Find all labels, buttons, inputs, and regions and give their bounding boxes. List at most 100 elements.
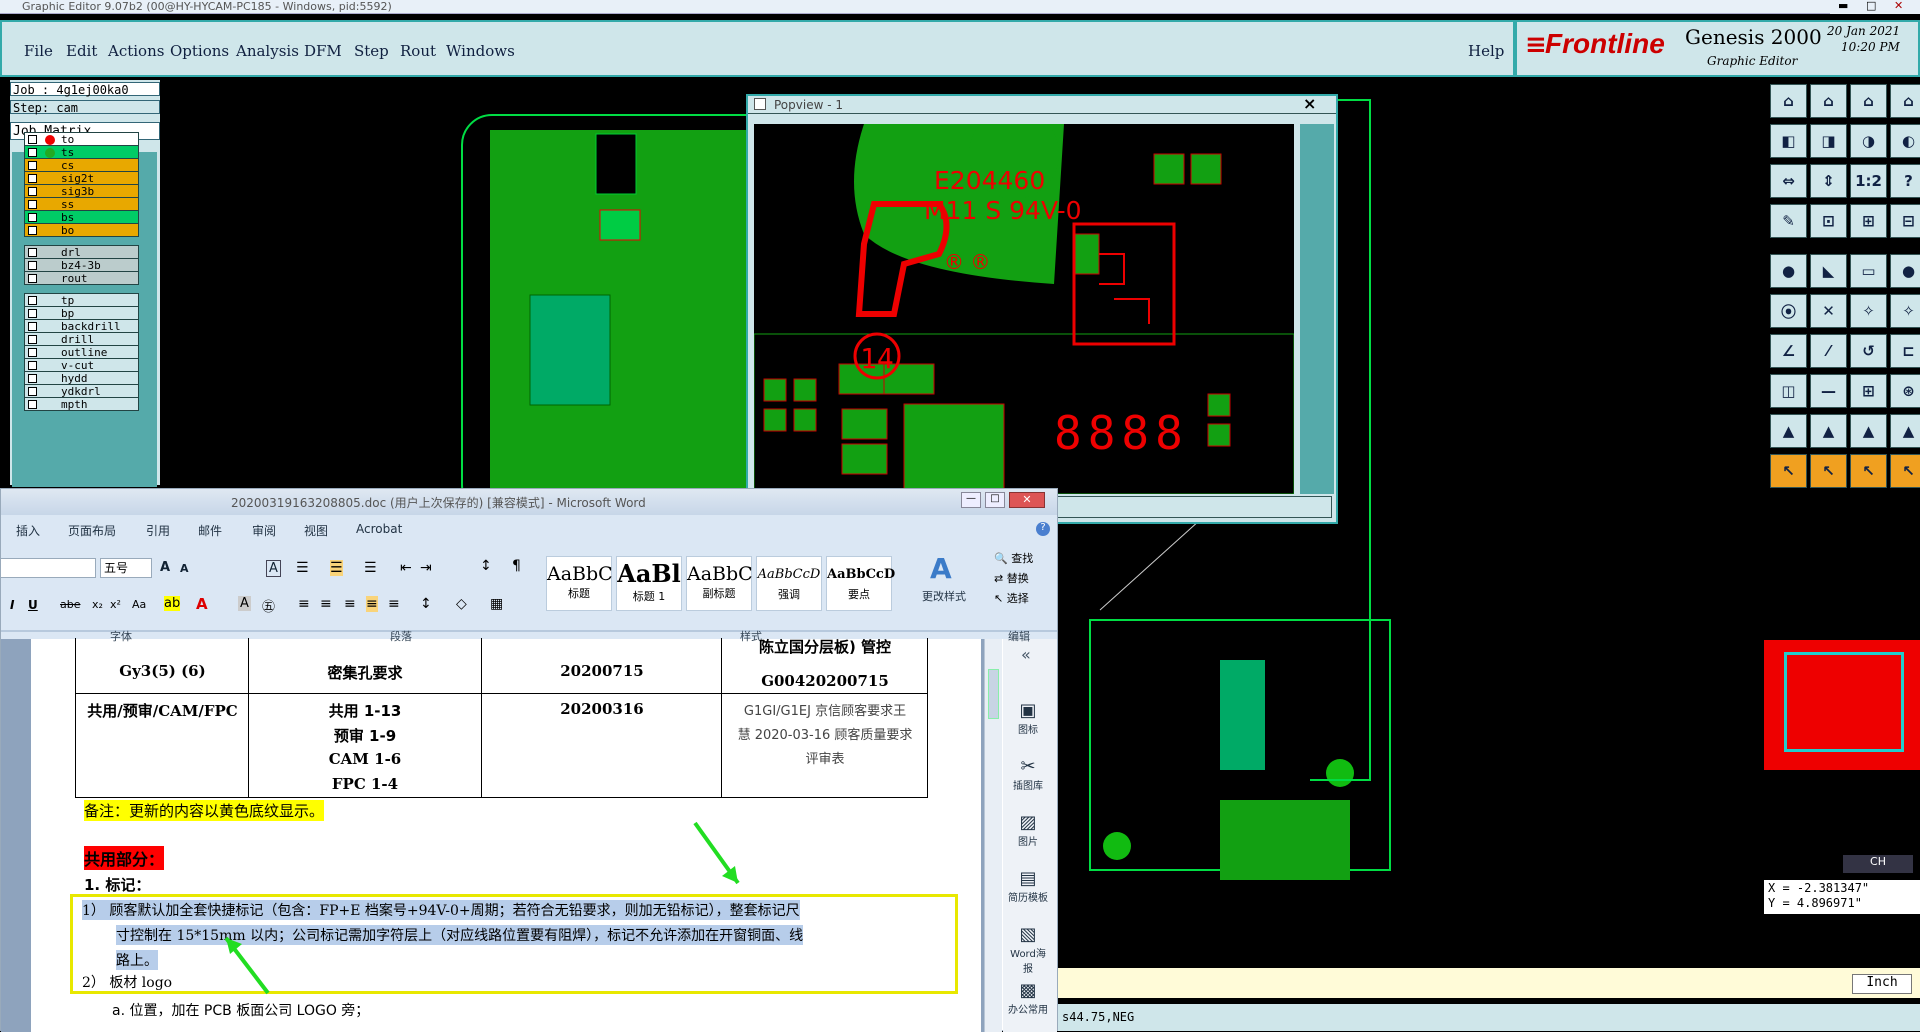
side-clipart-button[interactable]: ✂ 插图库 [1007, 756, 1049, 792]
tool-icon-5[interactable]: ◧ [1770, 124, 1807, 158]
tool-icon-32[interactable]: ⊛ [1890, 374, 1920, 408]
decrease-indent-icon[interactable]: ⇤ [400, 560, 412, 576]
change-styles-icon[interactable]: A [930, 552, 952, 585]
close-icon[interactable]: ✕ [1894, 0, 1903, 12]
tool-icon-22[interactable]: ✕ [1810, 294, 1847, 328]
align-right-icon[interactable]: ≡ [344, 596, 356, 612]
ime-badge[interactable]: CH [1843, 855, 1913, 873]
shading-icon[interactable]: ◇ [456, 596, 467, 612]
enclose-char-icon[interactable]: ㊄ [262, 596, 275, 615]
style-heading1[interactable]: AaBl 标题 1 [616, 556, 682, 611]
change-case-icon[interactable]: Aa [132, 598, 146, 611]
font-name-select[interactable] [0, 558, 96, 578]
font-size-select[interactable]: 五号 [100, 558, 152, 578]
change-styles-label[interactable]: 更改样式 [922, 588, 966, 604]
select-button[interactable]: ↖ 选择 [994, 590, 1029, 606]
tool-icon-35[interactable]: ▲ [1850, 414, 1887, 448]
grow-font-icon[interactable]: A [160, 560, 170, 575]
menu-file[interactable]: File [24, 42, 53, 60]
tab-mailings[interactable]: 邮件 [198, 522, 222, 539]
minimize-icon[interactable]: ▬ [1838, 0, 1848, 12]
popview-canvas[interactable]: 14 E204460 M11 S 94V-0 ® ® 8888 [754, 124, 1294, 494]
tool-icon-37[interactable]: ↖ [1770, 454, 1807, 488]
tool-icon-26[interactable]: ⁄ [1810, 334, 1847, 368]
menu-step[interactable]: Step [354, 42, 389, 60]
tool-icon-20[interactable]: ● [1890, 254, 1920, 288]
tool-icon-21[interactable]: ⦿ [1770, 294, 1807, 328]
numbering-icon[interactable]: ☰ [330, 560, 343, 576]
style-subtitle[interactable]: AaBbC 副标题 [686, 556, 753, 611]
popview-titlebar[interactable]: Popview - 1 × [748, 94, 1336, 114]
distribute-icon[interactable]: ≡ [388, 596, 400, 612]
tool-icon-4[interactable]: ⌂ [1890, 84, 1920, 118]
tool-icon-23[interactable]: ✧ [1850, 294, 1887, 328]
tool-icon-13[interactable]: ✎ [1770, 204, 1807, 238]
tool-icon-30[interactable]: — [1810, 374, 1847, 408]
tool-icon-24[interactable]: ✧ [1890, 294, 1920, 328]
tool-icon-18[interactable]: ◣ [1810, 254, 1847, 288]
tool-icon-6[interactable]: ◨ [1810, 124, 1847, 158]
tool-icon-15[interactable]: ⊞ [1850, 204, 1887, 238]
unit-selector[interactable]: Inch [1852, 974, 1912, 994]
menu-dfm[interactable]: DFM [304, 42, 342, 60]
tool-icon-9[interactable]: ⇔ [1770, 164, 1807, 198]
tool-icon-27[interactable]: ↺ [1850, 334, 1887, 368]
popview-window[interactable]: Popview - 1 × 14 E204460 M11 S 94V-0 ® ®… [746, 94, 1338, 524]
font-color-icon[interactable]: A [196, 595, 208, 613]
menu-windows[interactable]: Windows [446, 42, 515, 60]
tool-icon-40[interactable]: ↖ [1890, 454, 1920, 488]
menu-options[interactable]: Options [170, 42, 229, 60]
align-center-icon[interactable]: ≡ [320, 596, 332, 612]
help-icon[interactable]: ? [1036, 522, 1050, 536]
subscript-icon[interactable]: x₂ [92, 598, 103, 611]
collapse-panel-icon[interactable]: « [1021, 645, 1031, 664]
justify-icon[interactable]: ≡ [366, 596, 378, 612]
side-icons-button[interactable]: ▣ 图标 [1007, 700, 1049, 736]
tool-icon-25[interactable]: ∠ [1770, 334, 1807, 368]
char-border-icon[interactable]: A [266, 560, 281, 577]
tab-insert[interactable]: 插入 [16, 522, 40, 539]
side-office-button[interactable]: ▩ 办公常用 [1007, 980, 1049, 1016]
italic-icon[interactable]: I [10, 598, 14, 612]
tool-icon-3[interactable]: ⌂ [1850, 84, 1887, 118]
align-left-icon[interactable]: ≡ [298, 596, 310, 612]
tool-icon-33[interactable]: ▲ [1770, 414, 1807, 448]
menu-edit[interactable]: Edit [66, 42, 97, 60]
tool-icon-28[interactable]: ⊏ [1890, 334, 1920, 368]
tool-icon-19[interactable]: ▭ [1850, 254, 1887, 288]
tool-icon-38[interactable]: ↖ [1810, 454, 1847, 488]
line-spacing-icon[interactable]: ↕ [420, 596, 432, 612]
tool-icon-11[interactable]: 1:2 [1850, 164, 1887, 198]
menu-rout[interactable]: Rout [400, 42, 436, 60]
tool-icon-8[interactable]: ◐ [1890, 124, 1920, 158]
shrink-font-icon[interactable]: A [180, 562, 189, 575]
multilevel-list-icon[interactable]: ☰ [364, 560, 377, 576]
find-button[interactable]: 🔍 查找 [994, 550, 1033, 566]
maximize-icon[interactable]: □ [1866, 0, 1876, 12]
tool-icon-1[interactable]: ⌂ [1770, 84, 1807, 118]
tool-icon-31[interactable]: ⊞ [1850, 374, 1887, 408]
style-strong[interactable]: AaBbCcD 要点 [826, 556, 895, 611]
superscript-icon[interactable]: x² [110, 598, 121, 611]
tool-icon-34[interactable]: ▲ [1810, 414, 1847, 448]
tool-icon-10[interactable]: ⇕ [1810, 164, 1847, 198]
tab-page-layout[interactable]: 页面布局 [68, 522, 116, 539]
menu-help[interactable]: Help [1468, 42, 1504, 60]
menu-analysis[interactable]: Analysis [236, 42, 299, 60]
side-poster-button[interactable]: ▧ Word海报 [1007, 924, 1049, 975]
replace-button[interactable]: ⇄ 替换 [994, 570, 1029, 586]
highlight-icon[interactable]: ab [164, 596, 181, 611]
side-resume-button[interactable]: ▤ 简历模板 [1007, 868, 1049, 904]
char-shading-icon[interactable]: A [238, 596, 251, 611]
sort-icon[interactable]: ↕ [480, 558, 492, 574]
popview-close-button[interactable]: × [1303, 94, 1316, 113]
show-marks-icon[interactable]: ¶ [512, 558, 521, 574]
tool-icon-2[interactable]: ⌂ [1810, 84, 1847, 118]
borders-icon[interactable]: ▦ [490, 596, 503, 612]
tool-icon-12[interactable]: ? [1890, 164, 1920, 198]
tool-icon-36[interactable]: ▲ [1890, 414, 1920, 448]
tab-references[interactable]: 引用 [146, 522, 170, 539]
tool-icon-39[interactable]: ↖ [1850, 454, 1887, 488]
bullets-icon[interactable]: ☰ [296, 560, 309, 576]
tab-review[interactable]: 审阅 [252, 522, 276, 539]
